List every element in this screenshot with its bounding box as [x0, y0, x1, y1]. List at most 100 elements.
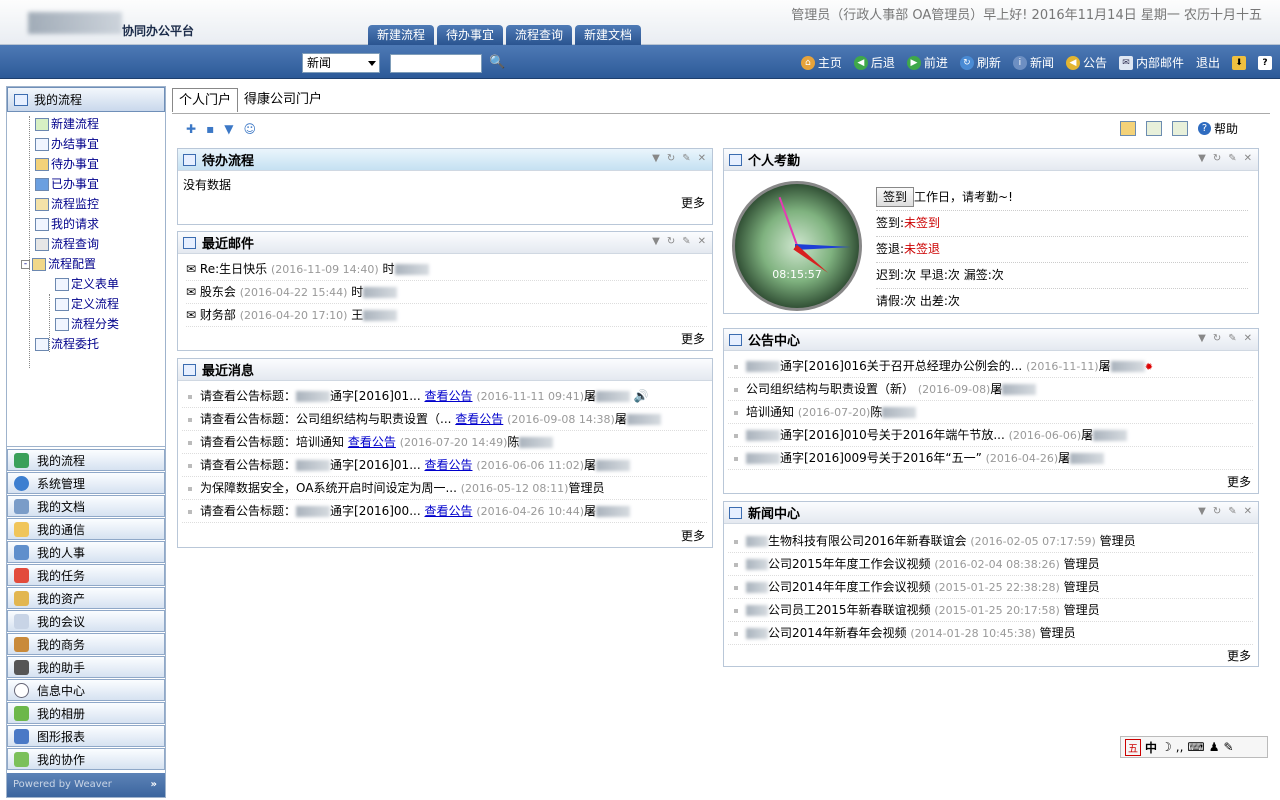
news-item[interactable]: 生物科技有限公司2016年新春联谊会 (2016-02-05 07:17:59)… [728, 530, 1253, 553]
internal-mail-button[interactable]: ✉ 内部邮件 [1118, 54, 1184, 71]
news-subject[interactable]: 公司2014年年度工作会议视频 [768, 580, 931, 594]
tree-item-pending[interactable]: 待办事宜 [7, 154, 165, 174]
tab-new-document[interactable]: 新建文档 [575, 25, 642, 45]
pencil-icon[interactable]: ✎ [1228, 506, 1236, 517]
mail-item[interactable]: ✉ Re:生日快乐 (2016-11-09 14:40) 时 [186, 258, 707, 281]
tree-item-define-form[interactable]: 定义表单 [7, 274, 165, 294]
todo-more-link[interactable]: 更多 [681, 194, 705, 211]
messages-more-link[interactable]: 更多 [681, 527, 705, 544]
forward-button[interactable]: ▶ 前进 [906, 54, 948, 71]
notice-subject[interactable]: 通字[2016]016关于召开总经理办公例会的... [780, 359, 1022, 373]
ime-moon-icon[interactable]: ☽ [1161, 740, 1172, 754]
ime-user-icon[interactable]: ♟ [1209, 740, 1220, 754]
search-input[interactable] [390, 54, 482, 73]
news-button[interactable]: i 新闻 [1012, 54, 1054, 71]
refresh-icon[interactable]: ↻ [667, 236, 675, 247]
message-item[interactable]: 请查看公告标题： 通字[2016]01... 查看公告 (2016-06-06 1… [182, 454, 707, 477]
mail-subject[interactable]: Re:生日快乐 [200, 262, 267, 276]
menu-my-assistant[interactable]: 我的助手 [7, 656, 165, 678]
mail-item[interactable]: ✉ 股东会 (2016-04-22 15:44) 时 [186, 281, 707, 304]
menu-my-business[interactable]: 我的商务 [7, 633, 165, 655]
close-icon[interactable]: ✕ [698, 153, 706, 164]
view-notice-link[interactable]: 查看公告 [455, 412, 503, 426]
message-item[interactable]: 为保障数据安全，OA系统开启时间设定为周一... (2016-05-12 08:… [182, 477, 707, 500]
notice-item[interactable]: 公司组织结构与职责设置（新） (2016-09-08)屠 [728, 378, 1253, 401]
add-icon[interactable]: ✚ [186, 122, 196, 136]
mail-item[interactable]: ✉ 财务部 (2016-04-20 17:10) 王 [186, 304, 707, 327]
collapse-icon[interactable]: ▼ [1198, 506, 1206, 517]
tab-pending[interactable]: 待办事宜 [437, 25, 504, 45]
refresh-icon[interactable]: ↻ [1213, 333, 1221, 344]
news-item[interactable]: 公司2014年年度工作会议视频 (2015-01-25 22:38:28) 管理… [728, 576, 1253, 599]
tree-item-workflow-category[interactable]: 流程分类 [7, 314, 165, 334]
help-button[interactable]: ? 帮助 [1197, 120, 1238, 137]
refresh-button[interactable]: ↻ 刷新 [959, 54, 1001, 71]
refresh-icon[interactable]: ↻ [1213, 153, 1221, 164]
close-icon[interactable]: ✕ [1244, 153, 1252, 164]
expand-icon[interactable]: » [151, 773, 157, 797]
collapse-icon[interactable]: - [21, 259, 30, 269]
tree-item-delegate[interactable]: 流程委托 [7, 334, 165, 354]
menu-my-assets[interactable]: 我的资产 [7, 587, 165, 609]
pencil-icon[interactable]: ✎ [682, 236, 690, 247]
menu-system-admin[interactable]: 系统管理 [7, 472, 165, 494]
tree-item-define-workflow[interactable]: 定义流程 [7, 294, 165, 314]
menu-my-meetings[interactable]: 我的会议 [7, 610, 165, 632]
user-icon[interactable]: ☺ [243, 122, 256, 136]
view-notice-link[interactable]: 查看公告 [424, 504, 472, 518]
ime-punctuation-icon[interactable]: ,, [1176, 740, 1184, 754]
pencil-icon[interactable]: ✎ [1228, 153, 1236, 164]
ime-wubi-icon[interactable]: 五 [1125, 738, 1141, 756]
tree-item-new-workflow[interactable]: 新建流程 [7, 114, 165, 134]
search-icon[interactable]: 🔍 [489, 55, 505, 71]
message-item[interactable]: 请查看公告标题： 通字[2016]00... 查看公告 (2016-04-26 1… [182, 500, 707, 523]
mail-subject[interactable]: 财务部 [200, 308, 236, 322]
notice-item[interactable]: 培训通知 (2016-07-20)陈 [728, 401, 1253, 424]
message-item[interactable]: 请查看公告标题：培训通知 查看公告 (2016-07-20 14:49)陈 [182, 431, 707, 454]
signin-button[interactable]: 签到 [876, 187, 915, 207]
tree-item-query[interactable]: 流程查询 [7, 234, 165, 254]
notice-subject[interactable]: 通字[2016]010号关于2016年端午节放... [780, 428, 1005, 442]
menu-my-workflow[interactable]: 我的流程 [7, 449, 165, 471]
notice-item[interactable]: 通字[2016]016关于召开总经理办公例会的... (2016-11-11)屠… [728, 355, 1253, 378]
collapse-icon[interactable]: ▼ [1198, 153, 1206, 164]
close-icon[interactable]: ✕ [1244, 506, 1252, 517]
menu-my-tasks[interactable]: 我的任务 [7, 564, 165, 586]
message-item[interactable]: 请查看公告标题： 通字[2016]01... 查看公告 (2016-11-11 0… [182, 385, 707, 408]
ime-wrench-icon[interactable]: ✎ [1224, 740, 1234, 754]
notice-item[interactable]: 通字[2016]010号关于2016年端午节放... (2016-06-06)屠 [728, 424, 1253, 447]
notices-more-link[interactable]: 更多 [1227, 473, 1251, 490]
pencil-icon[interactable]: ✎ [682, 153, 690, 164]
news-subject[interactable]: 公司2014年新春年会视频 [768, 626, 907, 640]
chevron-down-icon[interactable]: ▼ [224, 122, 233, 136]
tree-item-my-requests[interactable]: 我的请求 [7, 214, 165, 234]
image-icon[interactable] [1171, 121, 1188, 136]
pencil-icon[interactable]: ✎ [1228, 333, 1236, 344]
refresh-icon[interactable]: ↻ [1213, 506, 1221, 517]
menu-my-communication[interactable]: 我的通信 [7, 518, 165, 540]
logout-button[interactable]: 退出 [1196, 54, 1220, 71]
collapse-icon[interactable]: ▼ [652, 236, 660, 247]
tab-workflow-query[interactable]: 流程查询 [506, 25, 573, 45]
news-subject[interactable]: 公司员工2015年新春联谊视频 [768, 603, 931, 617]
tree-item-config[interactable]: - 流程配置 [7, 254, 165, 274]
search-category-select[interactable]: 新闻 [302, 53, 380, 73]
folder-icon[interactable] [1119, 121, 1136, 136]
menu-my-hr[interactable]: 我的人事 [7, 541, 165, 563]
message-item[interactable]: 请查看公告标题：公司组织结构与职责设置（... 查看公告 (2016-09-08… [182, 408, 707, 431]
collapse-icon[interactable]: ▼ [652, 153, 660, 164]
mail-more-link[interactable]: 更多 [681, 330, 705, 347]
news-item[interactable]: 公司2015年年度工作会议视频 (2016-02-04 08:38:26) 管理… [728, 553, 1253, 576]
news-more-link[interactable]: 更多 [1227, 647, 1251, 664]
refresh-icon[interactable]: ↻ [667, 153, 675, 164]
menu-info-center[interactable]: 信息中心 [7, 679, 165, 701]
notice-item[interactable]: 通字[2016]009号关于2016年“五一” (2016-04-26)屠 [728, 447, 1253, 470]
ime-keyboard-icon[interactable]: ⌨ [1187, 740, 1204, 754]
tree-item-monitor[interactable]: 流程监控 [7, 194, 165, 214]
menu-charts[interactable]: 图形报表 [7, 725, 165, 747]
announcement-button[interactable]: ◀ 公告 [1065, 54, 1107, 71]
view-notice-link[interactable]: 查看公告 [424, 389, 472, 403]
help-question-button[interactable]: ? [1258, 55, 1272, 70]
notice-subject[interactable]: 通字[2016]009号关于2016年“五一” [780, 451, 982, 465]
news-subject[interactable]: 公司2015年年度工作会议视频 [768, 557, 931, 571]
